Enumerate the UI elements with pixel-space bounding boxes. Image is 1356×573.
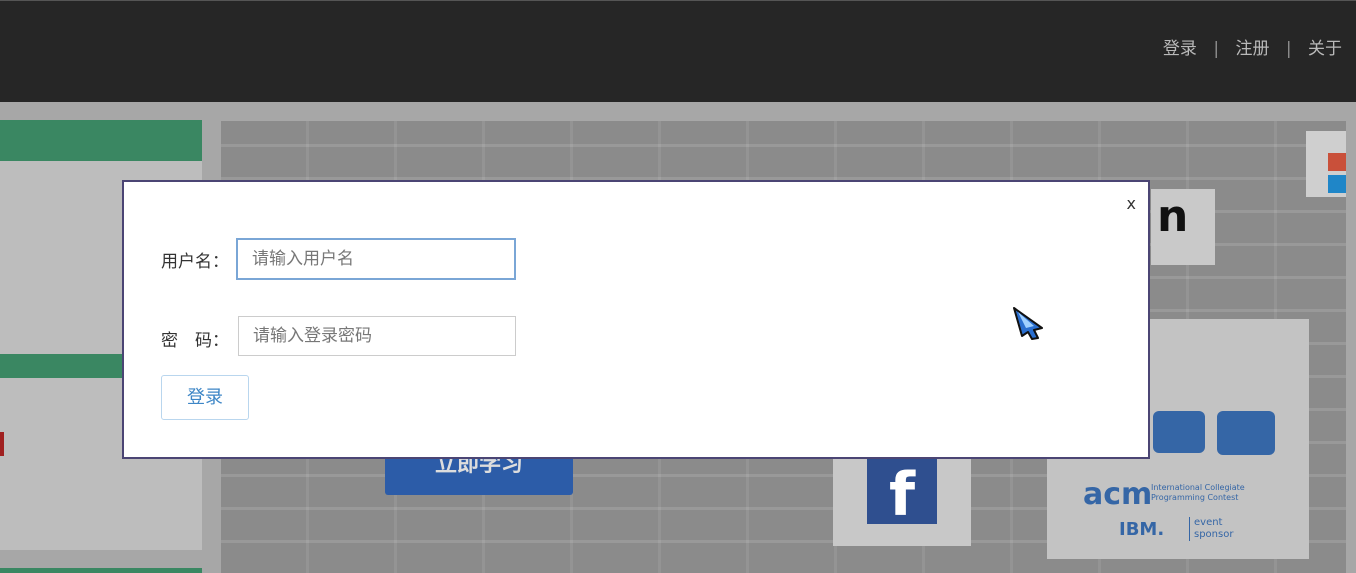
balloon-icon xyxy=(1217,411,1275,455)
login-submit-button[interactable]: 登录 xyxy=(161,375,249,420)
windows-logo-red-tile xyxy=(1328,153,1346,171)
password-input[interactable] xyxy=(238,316,516,356)
facebook-icon: f xyxy=(867,454,937,530)
ibm-logo: IBM. xyxy=(1119,519,1165,540)
lightbulb-icon xyxy=(1153,411,1205,453)
sidebar-bottom-bar xyxy=(0,568,202,573)
acm-subtitle: International Collegiate Programming Con… xyxy=(1151,483,1245,502)
login-modal: x 用户名： 密 码： 登录 xyxy=(122,180,1150,459)
banner-windows-card xyxy=(1306,131,1346,197)
windows-logo-blue-tile xyxy=(1328,175,1346,193)
nav-separator: | xyxy=(1213,39,1220,59)
nav-about-link[interactable]: 关于 xyxy=(1308,34,1342,59)
password-label: 密 码： xyxy=(161,331,229,351)
pointer-cursor-icon xyxy=(1013,307,1043,340)
nav-login-link[interactable]: 登录 xyxy=(1163,34,1197,59)
sponsor-label: event sponsor xyxy=(1189,517,1234,541)
username-label: 用户名： xyxy=(161,252,229,272)
top-navbar: 登录 | 注册 | 关于 xyxy=(0,0,1356,102)
username-input[interactable] xyxy=(236,238,516,280)
sidebar-header-bar xyxy=(0,120,202,161)
banner-logo-card: n xyxy=(1151,189,1215,265)
nav-register-link[interactable]: 注册 xyxy=(1235,34,1269,59)
close-icon[interactable]: x xyxy=(1127,194,1136,213)
top-nav: 登录 | 注册 | 关于 xyxy=(1163,34,1342,59)
acm-logo: acm xyxy=(1083,477,1153,512)
nav-separator: | xyxy=(1285,39,1292,59)
sidebar-red-marker xyxy=(0,432,4,456)
